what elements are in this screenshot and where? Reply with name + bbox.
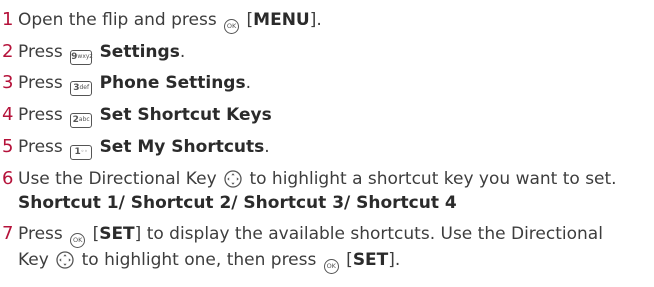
step-7: 7 Press OK [SET] to display the availabl… <box>0 222 654 278</box>
settings-label: Settings <box>99 42 180 62</box>
step-7-line-2: Key to highlight one, then press OK [SET… <box>18 248 400 274</box>
bracket-open: [ <box>346 250 353 270</box>
shortcut-options: Shortcut 1/ Shortcut 2/ Shortcut 3/ Shor… <box>18 193 457 213</box>
directional-key-icon <box>56 251 74 269</box>
set-label: SET <box>352 250 389 270</box>
step-number: 3 <box>2 72 14 93</box>
step-text-post: ]. <box>388 250 401 270</box>
step-text: Open the flip and press OK [MENU]. <box>18 8 322 34</box>
step-text-pre: Open the flip and press <box>18 10 217 30</box>
step-text-post: to highlight a shortcut key you want to … <box>249 169 617 189</box>
directional-key-icon <box>224 170 242 188</box>
step-text-post: . <box>264 137 270 157</box>
step-text-pre: Press <box>18 137 63 157</box>
key-3-icon: 3def <box>70 81 93 96</box>
step-text-pre: Press <box>18 224 63 244</box>
step-text-post: . <box>245 73 252 93</box>
key-9-icon: 9wxyz <box>70 50 93 65</box>
set-shortcut-keys-label: Set Shortcut Keys <box>99 105 272 125</box>
voicemail-icon: ◦◦ <box>80 148 88 155</box>
step-text: Press 3def Phone Settings. <box>18 71 251 96</box>
step-text: Press OK [SET] to display the available … <box>18 222 603 248</box>
key-2-icon: 2abc <box>70 113 93 128</box>
step-text-pre: Key <box>18 250 49 270</box>
step-number: 4 <box>2 104 14 125</box>
step-text: Press 1◦◦ Set My Shortcuts. <box>18 135 270 160</box>
instruction-steps: 1 Open the flip and press OK [MENU]. 2 P… <box>0 0 654 287</box>
ok-key-icon: OK <box>224 19 240 34</box>
step-text: Use the Directional Key to highlight a s… <box>18 167 617 191</box>
ok-key-icon: OK <box>70 233 86 248</box>
step-6: 6 Use the Directional Key to highlight a… <box>0 167 654 215</box>
ok-key-icon: OK <box>323 259 339 274</box>
step-number: 5 <box>2 136 14 157</box>
step-number: 1 <box>2 9 14 30</box>
step-text: Press 9wxyz Settings. <box>18 40 185 65</box>
step-text-pre: Press <box>18 105 63 125</box>
step-text-post: ] to display the available shortcuts. Us… <box>134 224 603 244</box>
step-text: Press 2abc Set Shortcut Keys <box>18 103 272 128</box>
step-text-mid: to highlight one, then press <box>81 250 317 270</box>
menu-label: MENU <box>253 10 310 30</box>
step-text-pre: Press <box>18 73 63 93</box>
step-number: 6 <box>2 168 14 189</box>
step-number: 2 <box>2 41 14 62</box>
key-1-icon: 1◦◦ <box>70 145 93 160</box>
step-text-post: ]. <box>309 10 322 30</box>
step-text-post: . <box>179 42 186 62</box>
phone-settings-label: Phone Settings <box>99 73 246 93</box>
step-number: 7 <box>2 223 14 244</box>
set-label: SET <box>99 224 135 244</box>
set-my-shortcuts-label: Set My Shortcuts <box>99 137 265 157</box>
step-text-pre: Press <box>18 42 63 62</box>
step-text-pre: Use the Directional Key <box>18 169 217 189</box>
